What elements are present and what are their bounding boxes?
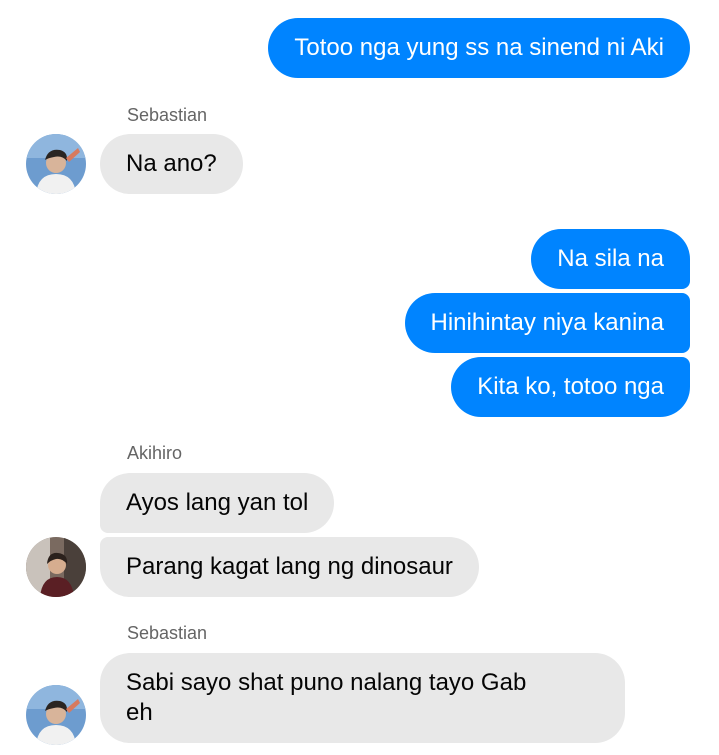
outgoing-message[interactable]: Hinihintay niya kanina [404, 293, 690, 353]
incoming-message[interactable]: Sabi sayo shat puno nalang tayo Gab eh [100, 653, 625, 743]
akihiro-avatar[interactable] [26, 537, 86, 597]
sebastian-avatar[interactable] [26, 685, 86, 745]
outgoing-message[interactable]: Kita ko, totoo nga [451, 357, 690, 417]
sender-name: Sebastian [127, 105, 208, 125]
incoming-message[interactable]: Ayos lang yan tol [100, 473, 335, 533]
message-line: eh [126, 699, 153, 726]
incoming-message[interactable]: Parang kagat lang ng dinosaur [100, 537, 479, 597]
sender-name: Sebastian [127, 623, 208, 643]
outgoing-message[interactable]: Na sila na [531, 229, 690, 289]
message-line: Sabi sayo shat puno nalang tayo Gab [126, 669, 527, 696]
sender-name: Akihiro [127, 443, 183, 463]
outgoing-message[interactable]: Totoo nga yung ss na sinend ni Aki [268, 18, 690, 78]
incoming-message[interactable]: Na ano? [100, 134, 243, 194]
sebastian-avatar[interactable] [26, 134, 86, 194]
